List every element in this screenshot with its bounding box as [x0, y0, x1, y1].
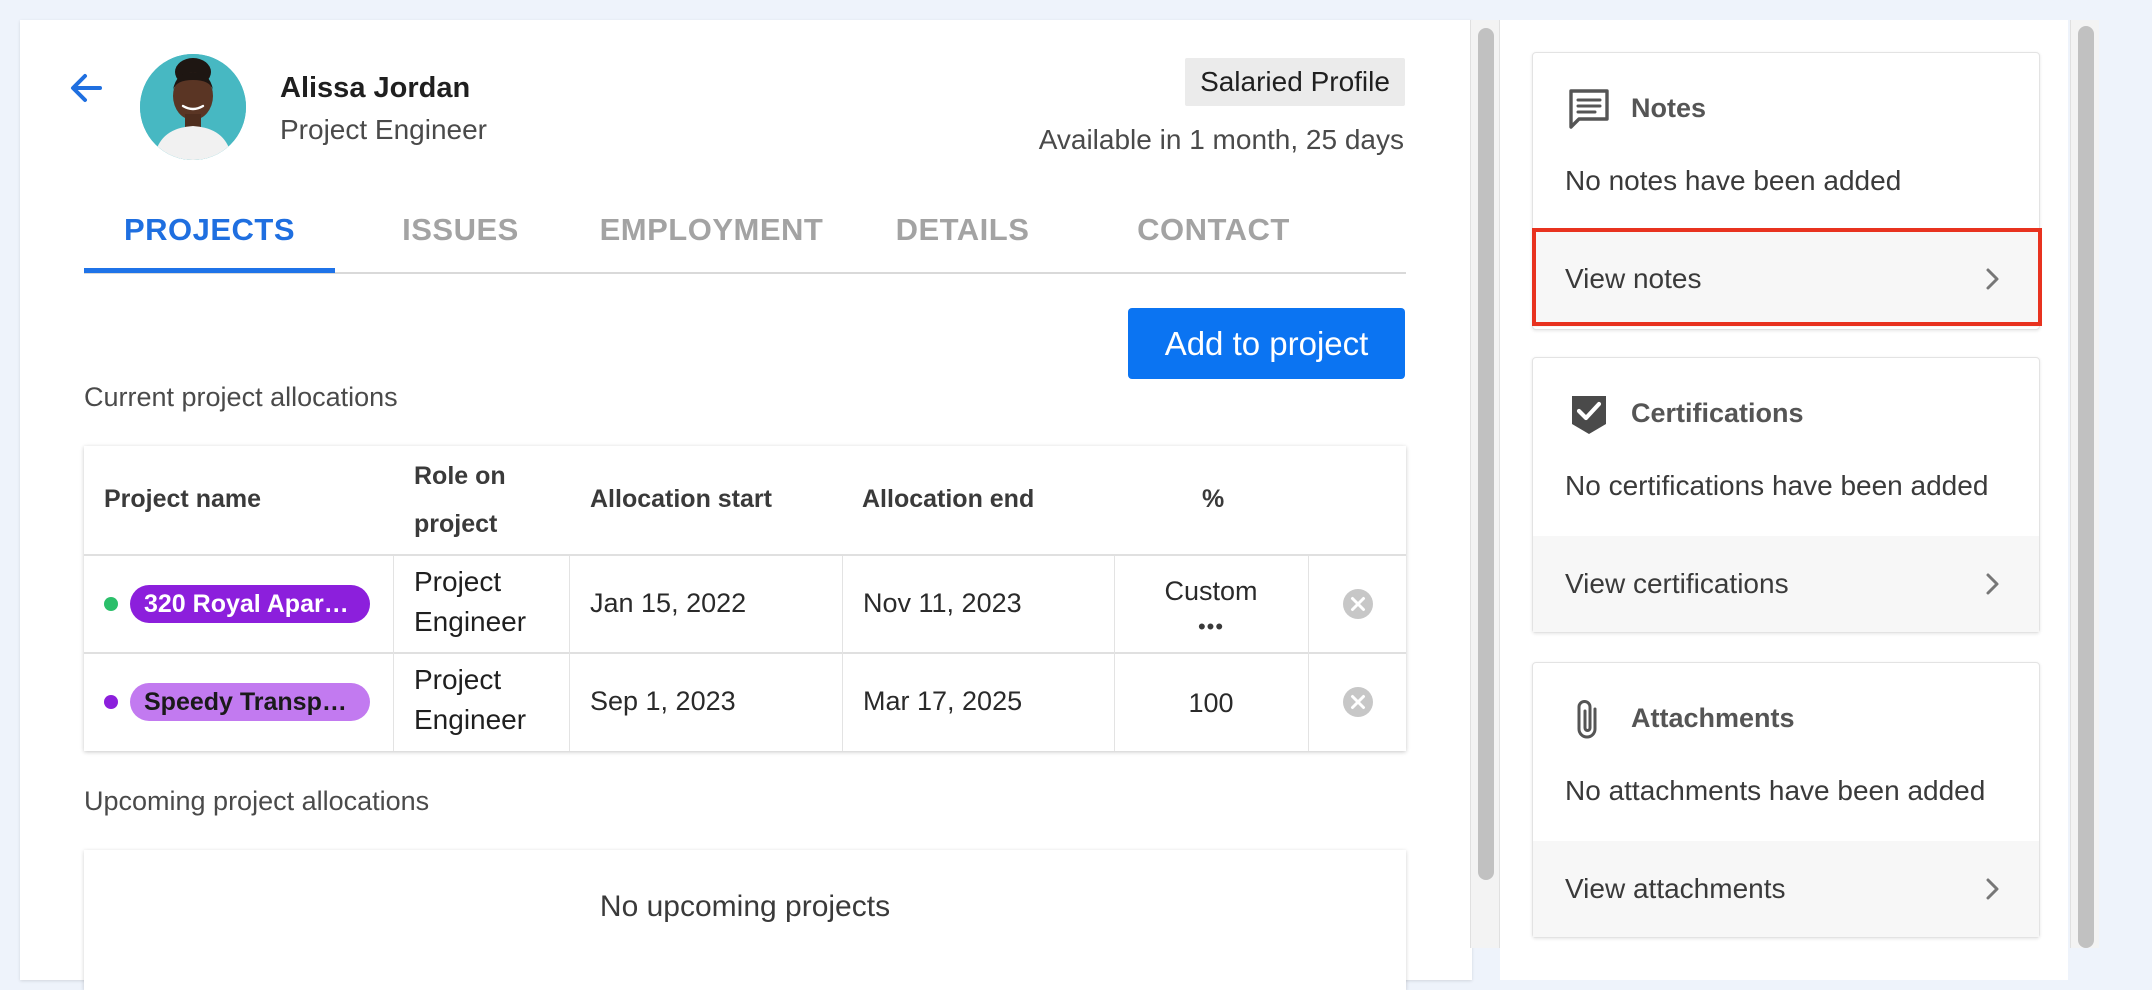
- role-cell: Project Engineer: [414, 660, 554, 740]
- tab-contact[interactable]: CONTACT: [1088, 190, 1339, 270]
- current-allocations-heading: Current project allocations: [84, 382, 398, 412]
- column-header-allocation-end: Allocation end: [862, 485, 1035, 513]
- attachments-card: Attachments No attachments have been add…: [1532, 662, 2040, 938]
- certifications-empty-text: No certifications have been added: [1565, 470, 1989, 501]
- project-status-dot: [104, 695, 118, 709]
- view-certifications-link[interactable]: View certifications: [1533, 536, 2039, 632]
- profile-name: Alissa Jordan: [280, 72, 471, 104]
- paperclip-icon: [1577, 700, 1597, 739]
- view-attachments-link[interactable]: View attachments: [1533, 841, 2039, 937]
- chevron-right-icon: [1986, 878, 1999, 900]
- column-divider: [1114, 556, 1115, 751]
- row-divider: [84, 652, 1406, 654]
- certifications-title: Certifications: [1631, 398, 1804, 428]
- percent-cell: 100: [1188, 688, 1234, 718]
- tab-details[interactable]: DETAILS: [837, 190, 1088, 270]
- role-line: Project: [414, 566, 502, 597]
- role-line: Engineer: [414, 704, 527, 735]
- notes-title: Notes: [1631, 93, 1707, 123]
- percent-cell: Custom: [1164, 576, 1258, 606]
- tab-projects[interactable]: PROJECTS: [84, 190, 335, 270]
- avatar: [140, 54, 246, 160]
- allocation-start-cell: Sep 1, 2023: [590, 686, 736, 716]
- more-options-icon[interactable]: •••: [1116, 614, 1306, 640]
- availability-text: Available in 1 month, 25 days: [1038, 124, 1404, 155]
- certificate-check-icon: [1572, 396, 1606, 434]
- column-header-allocation-start: Allocation start: [590, 485, 772, 513]
- column-divider: [569, 556, 570, 751]
- view-notes-label: View notes: [1565, 263, 1702, 294]
- allocation-end-cell: Mar 17, 2025: [863, 686, 1023, 716]
- column-divider: [393, 556, 394, 751]
- profile-tabs: PROJECTS ISSUES EMPLOYMENT DETAILS CONTA…: [84, 190, 1406, 274]
- column-divider: [1308, 556, 1309, 751]
- view-certifications-label: View certifications: [1565, 568, 1789, 599]
- view-attachments-label: View attachments: [1565, 873, 1786, 904]
- remove-allocation-icon[interactable]: [1342, 588, 1374, 620]
- role-cell: Project Engineer: [414, 562, 554, 642]
- allocation-end-cell: Nov 11, 2023: [863, 588, 1022, 618]
- header-divider: [84, 554, 1406, 556]
- profile-type-badge: Salaried Profile: [1185, 58, 1405, 106]
- certifications-card: Certifications No certifications have be…: [1532, 357, 2040, 633]
- chevron-right-icon: [1986, 573, 1999, 595]
- tab-issues[interactable]: ISSUES: [335, 190, 586, 270]
- role-line: Project: [414, 664, 502, 695]
- project-chip-label: Speedy Transpo…: [144, 687, 356, 716]
- main-scrollbar-thumb[interactable]: [1478, 28, 1494, 880]
- role-line: Engineer: [414, 606, 527, 637]
- side-scrollbar-thumb[interactable]: [2078, 26, 2094, 948]
- remove-allocation-icon[interactable]: [1342, 686, 1374, 718]
- chevron-right-icon: [1986, 268, 1999, 290]
- attachments-empty-text: No attachments have been added: [1565, 775, 1986, 806]
- project-chip[interactable]: Speedy Transpo…: [130, 683, 370, 721]
- notes-empty-text: No notes have been added: [1565, 165, 1902, 196]
- column-header-project-name: Project name: [104, 485, 262, 513]
- back-arrow-icon[interactable]: [66, 68, 106, 108]
- profile-role: Project Engineer: [280, 114, 488, 145]
- column-header-role-line2: project: [414, 510, 498, 538]
- tab-employment[interactable]: EMPLOYMENT: [586, 190, 837, 270]
- view-notes-link[interactable]: View notes: [1533, 231, 2039, 327]
- project-chip[interactable]: 320 Royal Apart…: [130, 585, 370, 623]
- project-chip-label: 320 Royal Apart…: [144, 589, 356, 618]
- current-allocations-table: Project name Role on project Allocation …: [84, 446, 1406, 751]
- column-divider: [842, 556, 843, 751]
- add-to-project-button[interactable]: Add to project: [1128, 308, 1405, 379]
- active-tab-indicator: [84, 268, 335, 273]
- project-status-dot: [104, 597, 118, 611]
- column-header-role-line1: Role on: [414, 462, 506, 490]
- upcoming-allocations-card: No upcoming projects: [84, 850, 1406, 990]
- no-upcoming-projects-text: No upcoming projects: [599, 890, 891, 923]
- column-header-percent: %: [1202, 485, 1225, 513]
- attachments-title: Attachments: [1631, 703, 1795, 733]
- notes-card: Notes No notes have been added View note…: [1532, 52, 2040, 330]
- upcoming-allocations-heading: Upcoming project allocations: [84, 786, 430, 816]
- allocation-start-cell: Jan 15, 2022: [590, 588, 747, 618]
- comment-icon: [1569, 89, 1609, 129]
